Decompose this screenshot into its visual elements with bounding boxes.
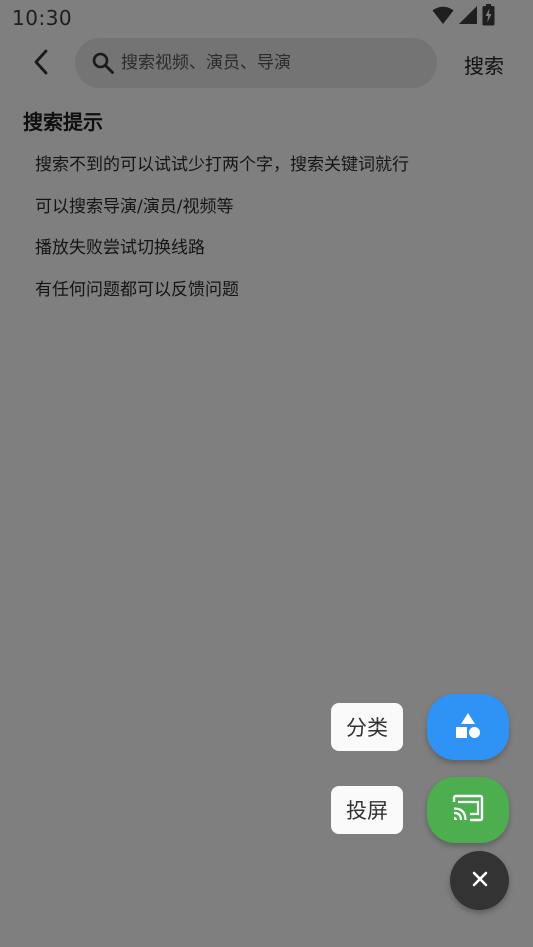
shapes-icon bbox=[453, 710, 483, 744]
tip-item: 可以搜索导演/演员/视频等 bbox=[35, 196, 234, 217]
status-icons bbox=[432, 4, 495, 30]
category-label[interactable]: 分类 bbox=[331, 703, 403, 751]
tip-item: 有任何问题都可以反馈问题 bbox=[35, 279, 239, 300]
close-fab-button[interactable] bbox=[450, 851, 509, 910]
search-button[interactable]: 搜索 bbox=[464, 50, 504, 79]
cast-label[interactable]: 投屏 bbox=[331, 786, 403, 834]
battery-charging-icon bbox=[482, 4, 495, 30]
tip-item: 搜索不到的可以试试少打两个字，搜索关键词就行 bbox=[35, 155, 409, 175]
category-fab-button[interactable] bbox=[427, 694, 509, 760]
tips-title: 搜索提示 bbox=[23, 110, 103, 134]
search-icon bbox=[91, 51, 115, 75]
cellular-signal-icon bbox=[458, 5, 478, 29]
back-button[interactable] bbox=[22, 44, 62, 84]
tips-list: 搜索不到的可以试试少打两个字，搜索关键词就行 可以搜索导演/演员/视频等 播放失… bbox=[35, 153, 409, 319]
close-icon bbox=[470, 869, 490, 893]
search-box[interactable] bbox=[75, 38, 437, 88]
cast-icon bbox=[451, 794, 485, 826]
status-bar: 10:30 bbox=[0, 0, 533, 36]
status-time: 10:30 bbox=[12, 6, 73, 30]
search-input[interactable] bbox=[121, 38, 421, 88]
chevron-left-icon bbox=[32, 49, 52, 79]
tip-item: 播放失败尝试切换线路 bbox=[35, 238, 205, 258]
cast-fab-button[interactable] bbox=[427, 777, 509, 843]
wifi-icon bbox=[432, 5, 454, 29]
